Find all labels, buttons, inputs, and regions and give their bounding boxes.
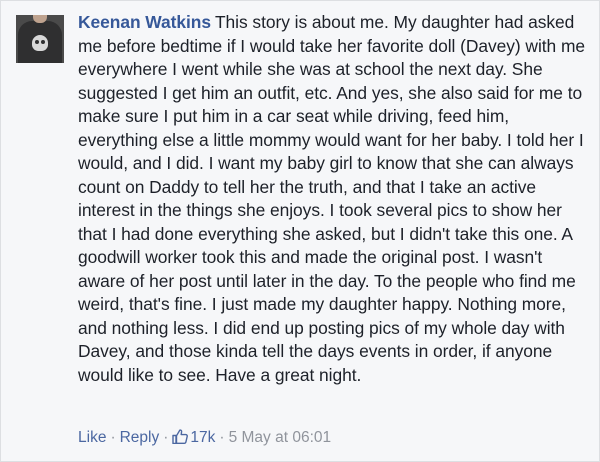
shirt-skull-logo — [32, 35, 48, 51]
author-name[interactable]: Keenan Watkins — [78, 12, 211, 32]
reply-button[interactable]: Reply — [120, 429, 160, 446]
like-button[interactable]: Like — [78, 429, 106, 446]
thumbs-up-icon — [172, 429, 189, 444]
comment-body: Keenan Watkins This story is about me. My… — [78, 11, 590, 387]
separator: · — [163, 429, 169, 446]
avatar[interactable] — [16, 15, 64, 63]
timestamp[interactable]: 5 May at 06:01 — [229, 429, 332, 446]
separator: · — [110, 429, 116, 446]
like-count-value: 17k — [190, 429, 216, 446]
like-count[interactable]: 17k — [172, 429, 215, 446]
comment-card: Keenan Watkins This story is about me. My… — [0, 0, 600, 462]
comment-actions: Like · Reply · 17k · 5 May at 06:01 — [78, 428, 331, 448]
comment-text: This story is about me. My daughter had … — [78, 12, 585, 385]
separator: · — [219, 429, 225, 446]
